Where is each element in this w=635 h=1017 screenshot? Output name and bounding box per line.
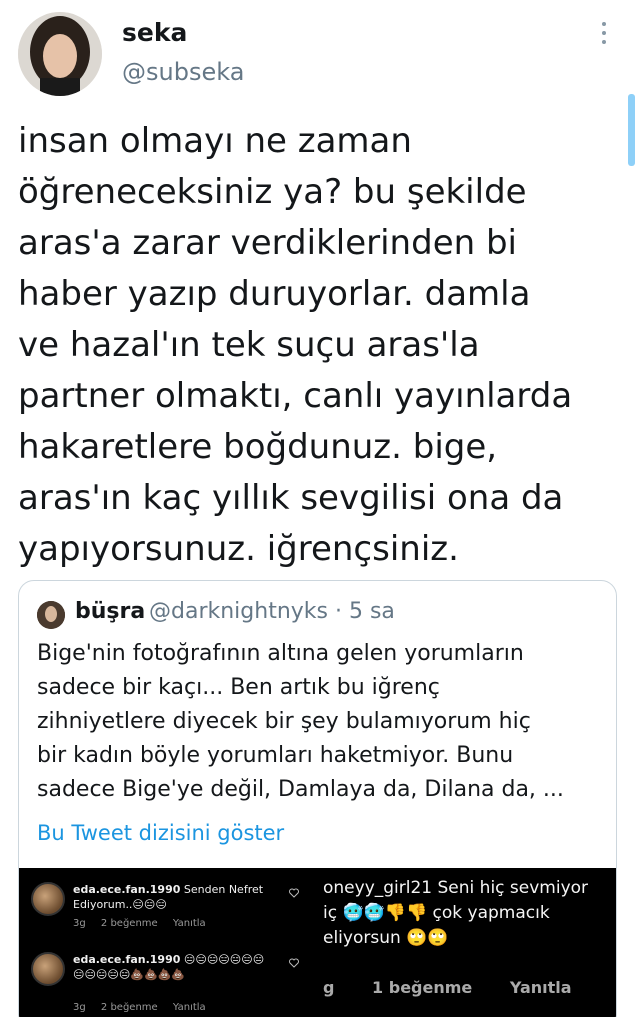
ig-comment-time: 3g bbox=[73, 918, 86, 929]
quoted-text-line: sadece bir kaçı... Ben artık bu iğrenç bbox=[37, 675, 440, 700]
quoted-handle-time: @darknightnyks · 5 sa bbox=[149, 599, 395, 624]
show-thread-link[interactable]: Bu Tweet dizisini göster bbox=[37, 821, 284, 845]
ig-comment-text: eda.ece.fan.1990 Senden Nefret Ediyorum.… bbox=[73, 882, 273, 912]
media-image-right[interactable]: oneyy_girl21 Seni hiç sevmiyor iç 🥶🥶👎👎 ç… bbox=[319, 868, 616, 1017]
tweet-text-line: aras'ın kaç yıllık sevgilisi ona da bbox=[18, 478, 564, 518]
media-image-left[interactable]: eda.ece.fan.1990 Senden Nefret Ediyorum.… bbox=[19, 868, 315, 1017]
quoted-avatar[interactable] bbox=[37, 601, 65, 629]
quoted-user-name[interactable]: büşra bbox=[75, 599, 145, 624]
avatar-photo bbox=[18, 12, 102, 96]
quoted-tweet-text: Bige'nin fotoğrafının altına gelen yorum… bbox=[37, 637, 607, 807]
ig-large-text-line: oneyy_girl21 Seni hiç sevmiyor bbox=[323, 878, 589, 898]
ig-comment-likes: 2 beğenme bbox=[100, 1002, 158, 1013]
tweet-text-line: insan olmayı ne zaman bbox=[18, 121, 412, 161]
tweet-text-line: haber yazıp duruyorlar. damla bbox=[18, 274, 531, 314]
ig-avatar bbox=[31, 952, 65, 986]
ig-large-text-line: iç 🥶🥶👎👎 çok yapmacık bbox=[323, 903, 550, 923]
tweet-text: insan olmayı ne zaman öğreneceksiniz ya?… bbox=[18, 116, 618, 575]
ig-comment-user: eda.ece.fan.1990 bbox=[73, 883, 181, 896]
quoted-tweet[interactable]: büşra @darknightnyks · 5 sa Bige'nin fot… bbox=[18, 580, 617, 1017]
heart-icon bbox=[289, 888, 299, 898]
quoted-avatar-photo bbox=[37, 601, 65, 629]
ig-comment-user: eda.ece.fan.1990 bbox=[73, 953, 181, 966]
ig-avatar bbox=[31, 882, 65, 916]
ig-large-meta: g 1 beğenme Yanıtla bbox=[323, 978, 604, 997]
quoted-text-line: sadece Bige'ye değil, Damlaya da, Dilana… bbox=[37, 777, 564, 802]
ig-comment-text: eda.ece.fan.1990 😑😑😑😑😑😑😑😑😑😑😑😑💩💩💩💩 bbox=[73, 952, 273, 982]
avatar[interactable] bbox=[18, 12, 102, 96]
quoted-text-line: zihniyetlere diyecek bir şey bulamıyorum… bbox=[37, 709, 531, 734]
tweet-text-line: ve hazal'ın tek suçu aras'la bbox=[18, 325, 480, 365]
quoted-text-line: Bige'nin fotoğrafının altına gelen yorum… bbox=[37, 641, 524, 666]
ig-large-reply: Yanıtla bbox=[509, 978, 572, 997]
user-name[interactable]: seka bbox=[122, 18, 187, 47]
tweet-text-line: yapıyorsunuz. iğrençsiniz. bbox=[18, 529, 459, 569]
user-handle[interactable]: @subseka bbox=[122, 58, 244, 86]
tweet-text-line: öğreneceksiniz ya? bu şekilde bbox=[18, 172, 527, 212]
ig-large-text-line: eliyorsun 🙄🙄 bbox=[323, 928, 449, 948]
tweet-text-line: hakaretlere boğdunuz. bige, bbox=[18, 427, 498, 467]
ig-comment-likes: 2 beğenme bbox=[100, 918, 158, 929]
tweet-text-line: partner olmaktı, canlı yayınlarda bbox=[18, 376, 573, 416]
ig-large-time: g bbox=[323, 978, 335, 997]
more-options-icon[interactable] bbox=[597, 22, 611, 48]
tweet-text-line: aras'a zarar verdiklerinden bi bbox=[18, 223, 517, 263]
quoted-media[interactable]: eda.ece.fan.1990 Senden Nefret Ediyorum.… bbox=[19, 868, 616, 1017]
ig-comment-reply: Yanıtla bbox=[172, 1002, 206, 1013]
quoted-text-line: bir kadın böyle yorumları haketmiyor. Bu… bbox=[37, 743, 514, 768]
ig-comment-meta: 3g 2 beğenme Yanıtla bbox=[73, 918, 218, 929]
heart-icon bbox=[289, 958, 299, 968]
scrollbar[interactable] bbox=[628, 94, 635, 166]
ig-large-likes: 1 beğenme bbox=[372, 978, 473, 997]
tweet-header: seka @subseka bbox=[0, 0, 635, 100]
ig-comment-meta: 3g 2 beğenme Yanıtla bbox=[73, 1002, 218, 1013]
ig-comment-time: 3g bbox=[73, 1002, 86, 1013]
ig-comment-reply: Yanıtla bbox=[172, 918, 206, 929]
